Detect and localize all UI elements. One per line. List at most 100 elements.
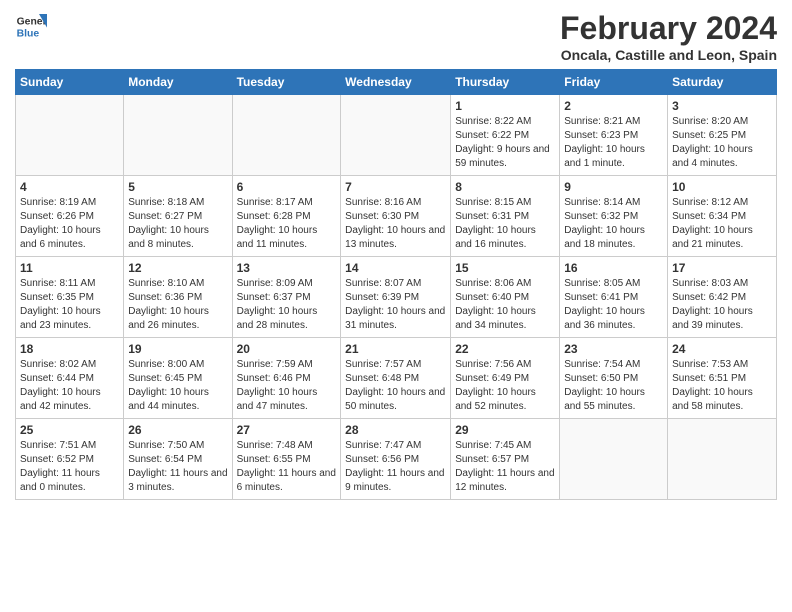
calendar-cell: 27 Sunrise: 7:48 AM Sunset: 6:55 PM Dayli… [232, 419, 341, 500]
day-info: Sunrise: 8:17 AM Sunset: 6:28 PM Dayligh… [237, 196, 337, 252]
weekday-header: Sunday [16, 70, 124, 95]
day-info: Sunrise: 8:00 AM Sunset: 6:45 PM Dayligh… [128, 358, 227, 414]
day-number: 12 [128, 261, 227, 275]
day-number: 4 [20, 180, 119, 194]
header: General Blue February 2024 Oncala, Casti… [15, 10, 777, 63]
logo: General Blue [15, 10, 47, 42]
day-info: Sunrise: 8:19 AM Sunset: 6:26 PM Dayligh… [20, 196, 119, 252]
calendar-cell: 20Sunrise: 7:59 AM Sunset: 6:46 PM Dayli… [232, 338, 341, 419]
calendar-cell [341, 95, 451, 176]
day-info: Sunrise: 8:12 AM Sunset: 6:34 PM Dayligh… [672, 196, 772, 252]
day-info: Sunrise: 8:02 AM Sunset: 6:44 PM Dayligh… [20, 358, 119, 414]
day-info: Sunrise: 8:07 AM Sunset: 6:39 PM Dayligh… [345, 277, 446, 333]
day-info: Sunrise: 8:14 AM Sunset: 6:32 PM Dayligh… [564, 196, 663, 252]
day-number: 18 [20, 342, 119, 356]
day-number: 3 [672, 99, 772, 113]
calendar-cell: 21Sunrise: 7:57 AM Sunset: 6:48 PM Dayli… [341, 338, 451, 419]
day-number: 22 [455, 342, 555, 356]
calendar-cell: 14Sunrise: 8:07 AM Sunset: 6:39 PM Dayli… [341, 257, 451, 338]
calendar-cell: 6 Sunrise: 8:17 AM Sunset: 6:28 PM Daylig… [232, 176, 341, 257]
day-info: Sunrise: 8:05 AM Sunset: 6:41 PM Dayligh… [564, 277, 663, 333]
weekday-header: Saturday [668, 70, 777, 95]
day-number: 2 [564, 99, 663, 113]
calendar-cell: 13 Sunrise: 8:09 AM Sunset: 6:37 PM Dayli… [232, 257, 341, 338]
day-number: 15 [455, 261, 555, 275]
title-area: February 2024 Oncala, Castille and Leon,… [560, 10, 777, 63]
weekday-header: Wednesday [341, 70, 451, 95]
day-number: 7 [345, 180, 446, 194]
month-year: February 2024 [560, 10, 777, 47]
day-number: 19 [128, 342, 227, 356]
day-number: 8 [455, 180, 555, 194]
day-number: 24 [672, 342, 772, 356]
day-number: 17 [672, 261, 772, 275]
day-info: Sunrise: 8:09 AM Sunset: 6:37 PM Dayligh… [237, 277, 337, 333]
calendar-cell: 1 Sunrise: 8:22 AM Sunset: 6:22 PM Daylig… [451, 95, 560, 176]
calendar-cell: 22 Sunrise: 7:56 AM Sunset: 6:49 PM Dayli… [451, 338, 560, 419]
day-info: Sunrise: 7:50 AM Sunset: 6:54 PM Dayligh… [128, 439, 227, 495]
day-info: Sunrise: 7:53 AM Sunset: 6:51 PM Dayligh… [672, 358, 772, 414]
calendar-cell: 3 Sunrise: 8:20 AM Sunset: 6:25 PM Daylig… [668, 95, 777, 176]
calendar-cell: 25 Sunrise: 7:51 AM Sunset: 6:52 PM Dayli… [16, 419, 124, 500]
calendar-cell: 18 Sunrise: 8:02 AM Sunset: 6:44 PM Dayli… [16, 338, 124, 419]
day-info: Sunrise: 8:18 AM Sunset: 6:27 PM Dayligh… [128, 196, 227, 252]
day-number: 23 [564, 342, 663, 356]
day-info: Sunrise: 8:16 AM Sunset: 6:30 PM Dayligh… [345, 196, 446, 252]
day-info: Sunrise: 7:51 AM Sunset: 6:52 PM Dayligh… [20, 439, 119, 495]
calendar-table: SundayMondayTuesdayWednesdayThursdayFrid… [15, 69, 777, 500]
day-info: Sunrise: 8:22 AM Sunset: 6:22 PM Dayligh… [455, 115, 555, 171]
day-info: Sunrise: 8:11 AM Sunset: 6:35 PM Dayligh… [20, 277, 119, 333]
day-info: Sunrise: 8:10 AM Sunset: 6:36 PM Dayligh… [128, 277, 227, 333]
day-info: Sunrise: 7:54 AM Sunset: 6:50 PM Dayligh… [564, 358, 663, 414]
calendar-cell: 5Sunrise: 8:18 AM Sunset: 6:27 PM Daylig… [124, 176, 232, 257]
location: Oncala, Castille and Leon, Spain [560, 47, 777, 63]
calendar-cell [124, 95, 232, 176]
day-number: 9 [564, 180, 663, 194]
day-info: Sunrise: 7:56 AM Sunset: 6:49 PM Dayligh… [455, 358, 555, 414]
day-info: Sunrise: 7:47 AM Sunset: 6:56 PM Dayligh… [345, 439, 446, 495]
day-number: 26 [128, 423, 227, 437]
calendar-cell: 12 Sunrise: 8:10 AM Sunset: 6:36 PM Dayli… [124, 257, 232, 338]
day-info: Sunrise: 8:15 AM Sunset: 6:31 PM Dayligh… [455, 196, 555, 252]
calendar-cell [560, 419, 668, 500]
calendar-cell: 26 Sunrise: 7:50 AM Sunset: 6:54 PM Dayli… [124, 419, 232, 500]
day-info: Sunrise: 8:06 AM Sunset: 6:40 PM Dayligh… [455, 277, 555, 333]
day-number: 10 [672, 180, 772, 194]
calendar-cell [16, 95, 124, 176]
weekday-header-row: SundayMondayTuesdayWednesdayThursdayFrid… [16, 70, 777, 95]
day-number: 25 [20, 423, 119, 437]
calendar-cell: 23 Sunrise: 7:54 AM Sunset: 6:50 PM Dayli… [560, 338, 668, 419]
day-number: 28 [345, 423, 446, 437]
calendar-cell: 7 Sunrise: 8:16 AM Sunset: 6:30 PM Daylig… [341, 176, 451, 257]
day-number: 29 [455, 423, 555, 437]
calendar-cell: 29 Sunrise: 7:45 AM Sunset: 6:57 PM Dayli… [451, 419, 560, 500]
svg-text:Blue: Blue [17, 28, 40, 39]
day-number: 27 [237, 423, 337, 437]
calendar-week-row: 18 Sunrise: 8:02 AM Sunset: 6:44 PM Dayli… [16, 338, 777, 419]
calendar-week-row: 25 Sunrise: 7:51 AM Sunset: 6:52 PM Dayli… [16, 419, 777, 500]
day-number: 13 [237, 261, 337, 275]
calendar-cell: 8 Sunrise: 8:15 AM Sunset: 6:31 PM Daylig… [451, 176, 560, 257]
day-info: Sunrise: 7:45 AM Sunset: 6:57 PM Dayligh… [455, 439, 555, 495]
day-info: Sunrise: 8:21 AM Sunset: 6:23 PM Dayligh… [564, 115, 663, 171]
weekday-header: Friday [560, 70, 668, 95]
day-info: Sunrise: 8:03 AM Sunset: 6:42 PM Dayligh… [672, 277, 772, 333]
day-number: 20 [237, 342, 337, 356]
weekday-header: Monday [124, 70, 232, 95]
day-info: Sunrise: 8:20 AM Sunset: 6:25 PM Dayligh… [672, 115, 772, 171]
day-info: Sunrise: 7:57 AM Sunset: 6:48 PM Dayligh… [345, 358, 446, 414]
day-number: 1 [455, 99, 555, 113]
calendar-cell: 16 Sunrise: 8:05 AM Sunset: 6:41 PM Dayli… [560, 257, 668, 338]
day-number: 16 [564, 261, 663, 275]
calendar-cell: 2 Sunrise: 8:21 AM Sunset: 6:23 PM Daylig… [560, 95, 668, 176]
calendar-cell: 10 Sunrise: 8:12 AM Sunset: 6:34 PM Dayli… [668, 176, 777, 257]
calendar-cell [232, 95, 341, 176]
calendar-cell: 24 Sunrise: 7:53 AM Sunset: 6:51 PM Dayli… [668, 338, 777, 419]
day-number: 11 [20, 261, 119, 275]
calendar-cell [668, 419, 777, 500]
calendar-week-row: 1 Sunrise: 8:22 AM Sunset: 6:22 PM Daylig… [16, 95, 777, 176]
calendar-week-row: 11 Sunrise: 8:11 AM Sunset: 6:35 PM Dayli… [16, 257, 777, 338]
calendar-cell: 9 Sunrise: 8:14 AM Sunset: 6:32 PM Daylig… [560, 176, 668, 257]
day-number: 6 [237, 180, 337, 194]
day-info: Sunrise: 7:48 AM Sunset: 6:55 PM Dayligh… [237, 439, 337, 495]
